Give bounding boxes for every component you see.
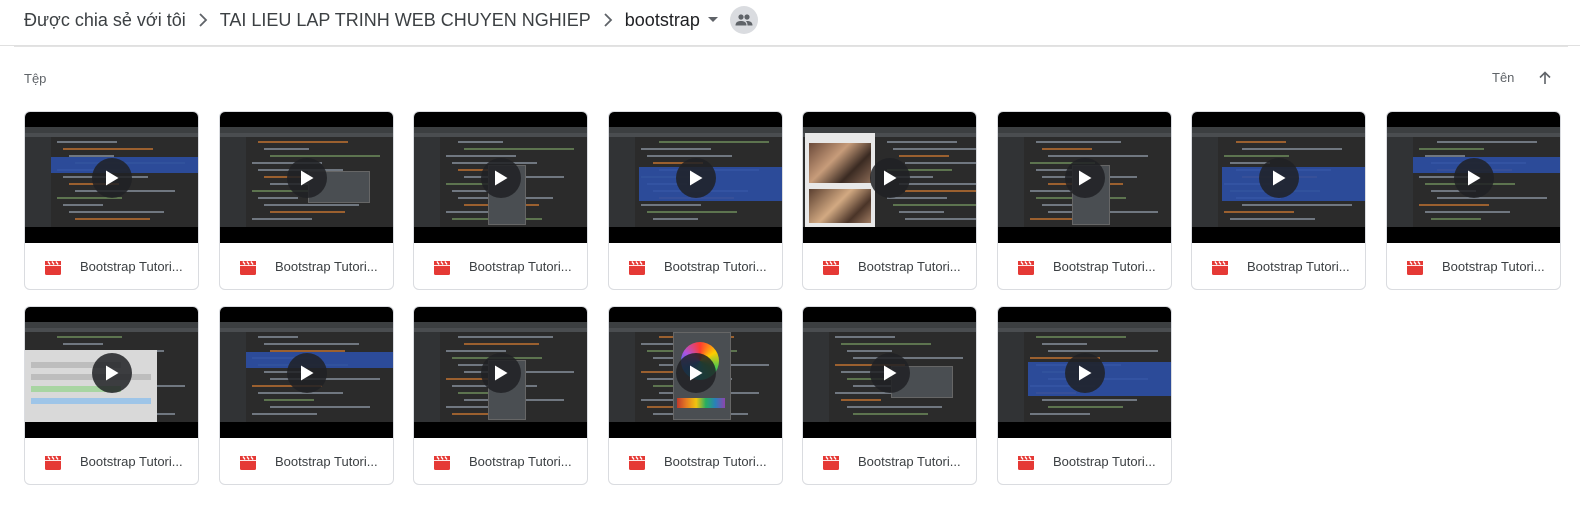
file-name: Bootstrap Tutori... [664, 454, 767, 469]
video-thumbnail [1192, 112, 1365, 243]
breadcrumb: Được chia sẻ với tôi TAI LIEU LAP TRINH … [24, 0, 758, 40]
file-caption: Bootstrap Tutori... [803, 243, 976, 289]
header-bar: Được chia sẻ với tôi TAI LIEU LAP TRINH … [14, 0, 1568, 47]
play-icon [1064, 157, 1105, 198]
video-file-icon [433, 453, 451, 471]
video-file-card[interactable]: Bootstrap Tutori... [24, 306, 199, 485]
file-caption: Bootstrap Tutori... [25, 243, 198, 289]
files-section-label: Tệp [24, 71, 47, 86]
video-file-icon [628, 453, 646, 471]
video-thumbnail [998, 112, 1171, 243]
play-icon [286, 352, 327, 393]
video-file-icon [44, 258, 62, 276]
video-thumbnail [25, 112, 198, 243]
file-name: Bootstrap Tutori... [80, 259, 183, 274]
file-caption: Bootstrap Tutori... [998, 438, 1171, 484]
file-caption: Bootstrap Tutori... [414, 438, 587, 484]
video-file-card[interactable]: Bootstrap Tutori... [24, 111, 199, 290]
video-thumbnail [803, 307, 976, 438]
video-thumbnail [414, 307, 587, 438]
file-caption: Bootstrap Tutori... [1192, 243, 1365, 289]
file-name: Bootstrap Tutori... [1053, 454, 1156, 469]
video-thumbnail [609, 307, 782, 438]
chevron-right-icon [186, 13, 220, 27]
file-caption: Bootstrap Tutori... [25, 438, 198, 484]
file-name: Bootstrap Tutori... [858, 454, 961, 469]
video-file-icon [822, 453, 840, 471]
video-file-icon [1406, 258, 1424, 276]
file-caption: Bootstrap Tutori... [609, 243, 782, 289]
file-name: Bootstrap Tutori... [1247, 259, 1350, 274]
video-thumbnail [609, 112, 782, 243]
video-thumbnail [220, 112, 393, 243]
play-icon [286, 157, 327, 198]
play-icon [675, 157, 716, 198]
video-file-card[interactable]: Bootstrap Tutori... [802, 306, 977, 485]
play-icon [869, 352, 910, 393]
file-caption: Bootstrap Tutori... [609, 438, 782, 484]
video-file-icon [44, 453, 62, 471]
play-icon [480, 352, 521, 393]
video-file-card[interactable]: Bootstrap Tutori... [413, 111, 588, 290]
file-caption: Bootstrap Tutori... [414, 243, 587, 289]
file-name: Bootstrap Tutori... [80, 454, 183, 469]
sort-direction-up-arrow-icon[interactable] [1533, 66, 1557, 90]
file-name: Bootstrap Tutori... [275, 454, 378, 469]
play-icon [675, 352, 716, 393]
play-icon [869, 157, 910, 198]
video-thumbnail [998, 307, 1171, 438]
video-file-card[interactable]: Bootstrap Tutori... [608, 306, 783, 485]
video-file-icon [1211, 258, 1229, 276]
file-caption: Bootstrap Tutori... [220, 438, 393, 484]
file-name: Bootstrap Tutori... [1442, 259, 1545, 274]
file-name: Bootstrap Tutori... [858, 259, 961, 274]
video-file-icon [1017, 258, 1035, 276]
video-thumbnail [414, 112, 587, 243]
video-thumbnail [220, 307, 393, 438]
shared-users-button[interactable] [729, 6, 758, 34]
video-thumbnail [1387, 112, 1560, 243]
file-name: Bootstrap Tutori... [275, 259, 378, 274]
video-file-icon [822, 258, 840, 276]
video-file-card[interactable]: Bootstrap Tutori... [413, 306, 588, 485]
video-file-card[interactable]: Bootstrap Tutori... [997, 306, 1172, 485]
file-caption: Bootstrap Tutori... [998, 243, 1171, 289]
file-name: Bootstrap Tutori... [664, 259, 767, 274]
breadcrumb-parent-folder[interactable]: TAI LIEU LAP TRINH WEB CHUYEN NGHIEP [220, 10, 591, 31]
file-caption: Bootstrap Tutori... [803, 438, 976, 484]
video-file-icon [239, 258, 257, 276]
video-thumbnail [25, 307, 198, 438]
file-name: Bootstrap Tutori... [469, 259, 572, 274]
people-icon [735, 14, 753, 26]
file-name: Bootstrap Tutori... [1053, 259, 1156, 274]
play-icon [1064, 352, 1105, 393]
video-thumbnail [803, 112, 976, 243]
file-caption: Bootstrap Tutori... [220, 243, 393, 289]
play-icon [91, 352, 132, 393]
play-icon [1258, 157, 1299, 198]
video-file-icon [433, 258, 451, 276]
header: Được chia sẻ với tôi TAI LIEU LAP TRINH … [0, 0, 1580, 47]
video-file-card[interactable]: Bootstrap Tutori... [219, 306, 394, 485]
sort-by-name-button[interactable]: Tên [1492, 70, 1514, 85]
video-file-card[interactable]: Bootstrap Tutori... [219, 111, 394, 290]
play-icon [1453, 157, 1494, 198]
video-file-card[interactable]: Bootstrap Tutori... [802, 111, 977, 290]
video-file-icon [1017, 453, 1035, 471]
video-file-card[interactable]: Bootstrap Tutori... [608, 111, 783, 290]
file-caption: Bootstrap Tutori... [1387, 243, 1560, 289]
play-icon [91, 157, 132, 198]
file-name: Bootstrap Tutori... [469, 454, 572, 469]
breadcrumb-current-folder[interactable]: bootstrap [625, 10, 700, 31]
video-file-icon [628, 258, 646, 276]
video-file-card[interactable]: Bootstrap Tutori... [997, 111, 1172, 290]
video-file-card[interactable]: Bootstrap Tutori... [1386, 111, 1561, 290]
breadcrumb-shared-with-me[interactable]: Được chia sẻ với tôi [24, 10, 186, 31]
video-file-card[interactable]: Bootstrap Tutori... [1191, 111, 1366, 290]
chevron-right-icon [591, 13, 625, 27]
play-icon [480, 157, 521, 198]
folder-menu-dropdown-icon[interactable] [704, 0, 722, 40]
video-file-icon [239, 453, 257, 471]
